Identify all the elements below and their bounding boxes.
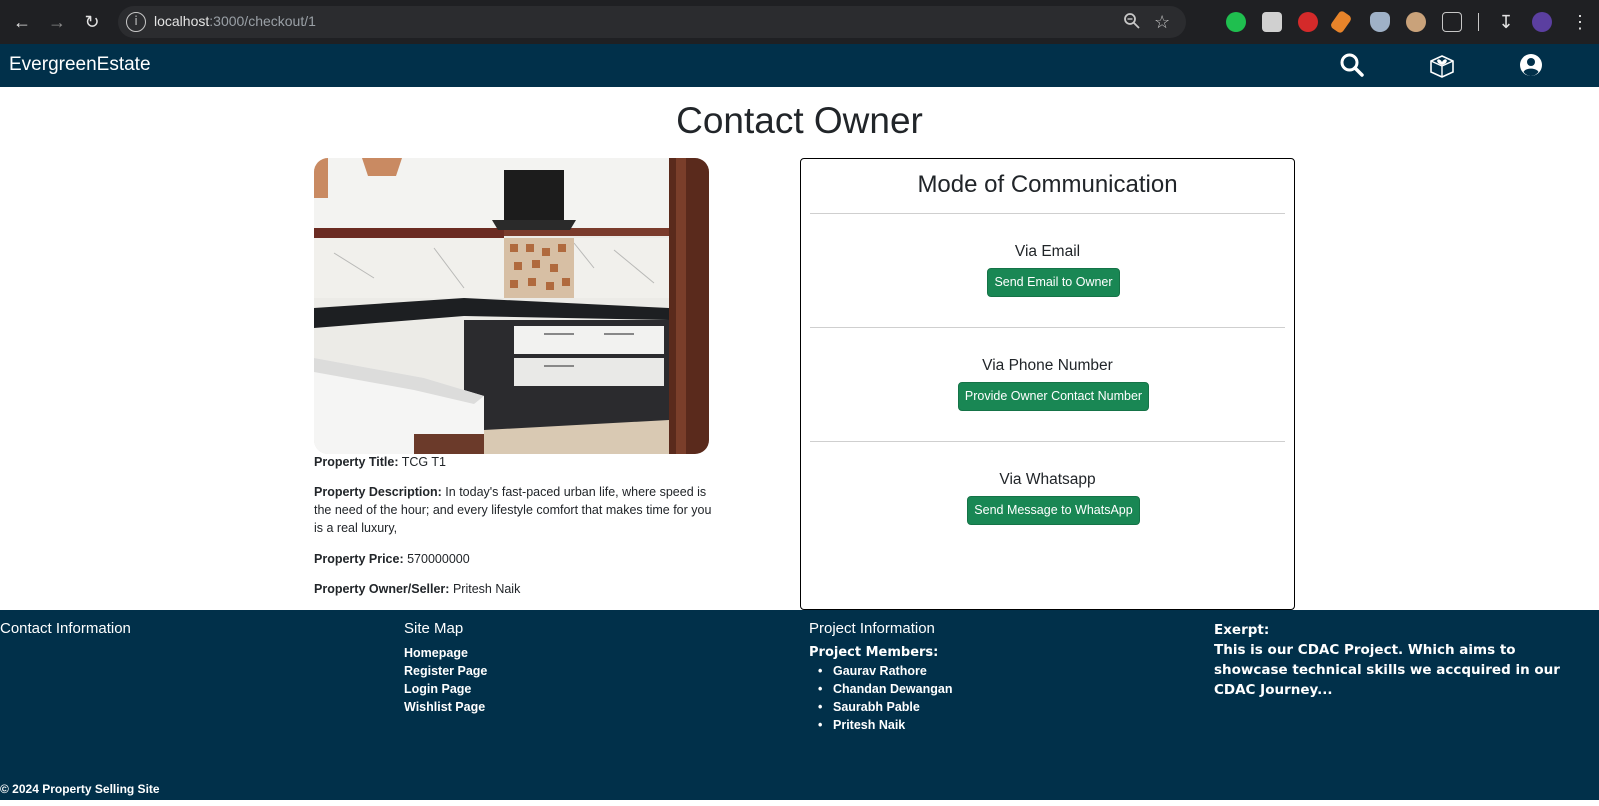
copyright-text: © 2024 Property Selling Site [0, 782, 160, 796]
member-item: Pritesh Naik [818, 716, 905, 734]
exerpt-label: Exerpt: [1214, 622, 1270, 638]
via-whatsapp-label: Via Whatsapp [999, 471, 1096, 488]
browser-toolbar: ← → ↻ i localhost:3000/checkout/1 ☆ ↧ ⋮ [0, 0, 1599, 44]
back-icon[interactable]: ← [10, 10, 34, 34]
extension-qr-icon[interactable] [1262, 12, 1282, 32]
footer-link-wishlist[interactable]: Wishlist Page [404, 698, 485, 716]
divider [810, 441, 1285, 442]
contact-information-heading: Contact Information [0, 620, 131, 637]
member-item: Chandan Dewangan [818, 680, 953, 698]
property-title-line: Property Title: TCG T1 [314, 453, 714, 471]
address-url[interactable]: localhost:3000/checkout/1 [154, 13, 316, 29]
project-members-label: Project Members: [809, 645, 939, 660]
communication-card: Mode of Communication Via Email Send Ema… [800, 158, 1295, 610]
site-info-icon[interactable]: i [126, 12, 146, 32]
browser-menu-icon[interactable]: ⋮ [1568, 10, 1592, 34]
app-navbar: EvergreenEstate [0, 44, 1599, 87]
property-price-label: Property Price: [314, 552, 404, 566]
property-price-value: 570000000 [407, 552, 470, 566]
property-title-value: TCG T1 [401, 455, 446, 469]
extension-shield-icon[interactable] [1370, 12, 1390, 32]
reload-icon[interactable]: ↻ [80, 10, 104, 34]
footer-link-homepage[interactable]: Homepage [404, 644, 468, 662]
divider [810, 327, 1285, 328]
property-photo [314, 158, 709, 454]
property-description-line: Property Description: In today's fast-pa… [314, 483, 714, 537]
extensions-puzzle-icon[interactable] [1442, 12, 1462, 32]
member-item: Gaurav Rathore [818, 662, 927, 680]
zoom-icon[interactable] [1123, 12, 1141, 36]
forward-icon[interactable]: → [45, 10, 69, 34]
exerpt-block: Exerpt: This is our CDAC Project. Which … [1214, 620, 1574, 700]
wishlist-icon[interactable] [1428, 52, 1456, 80]
page-title: Contact Owner [676, 100, 923, 141]
sitemap-heading: Site Map [404, 620, 464, 637]
communication-title: Mode of Communication [917, 171, 1178, 198]
site-footer: Contact Information Site Map Homepage Re… [0, 610, 1599, 800]
extension-lock-icon[interactable] [1298, 12, 1318, 32]
property-price-line: Property Price: 570000000 [314, 550, 714, 568]
send-email-button[interactable]: Send Email to Owner [987, 268, 1120, 297]
exerpt-text: This is our CDAC Project. Which aims to … [1214, 642, 1560, 698]
address-bar[interactable]: i localhost:3000/checkout/1 ☆ [118, 6, 1186, 38]
divider [810, 213, 1285, 214]
search-icon[interactable] [1339, 52, 1367, 80]
via-email-label: Via Email [1014, 243, 1081, 260]
property-owner-line: Property Owner/Seller: Pritesh Naik [314, 580, 714, 598]
via-phone-label: Via Phone Number [982, 357, 1113, 374]
user-account-icon[interactable] [1518, 52, 1546, 80]
project-information-heading: Project Information [809, 620, 935, 637]
property-title-label: Property Title: [314, 455, 399, 469]
extension-check-icon[interactable] [1226, 12, 1246, 32]
profile-avatar[interactable] [1532, 12, 1552, 32]
member-item: Saurabh Pable [818, 698, 920, 716]
footer-link-register[interactable]: Register Page [404, 662, 487, 680]
extension-face-icon[interactable] [1406, 12, 1426, 32]
property-owner-value: Pritesh Naik [452, 582, 521, 596]
send-whatsapp-button[interactable]: Send Message to WhatsApp [967, 496, 1140, 525]
property-description-label: Property Description: [314, 485, 442, 499]
brand-logo-text[interactable]: EvergreenEstate [9, 54, 151, 76]
provide-contact-number-button[interactable]: Provide Owner Contact Number [958, 382, 1149, 411]
toolbar-divider [1478, 13, 1479, 31]
download-icon[interactable]: ↧ [1494, 10, 1518, 34]
footer-link-login[interactable]: Login Page [404, 680, 471, 698]
property-owner-label: Property Owner/Seller: [314, 582, 450, 596]
extension-pen-icon[interactable] [1329, 9, 1353, 35]
bookmark-star-icon[interactable]: ☆ [1154, 12, 1170, 32]
